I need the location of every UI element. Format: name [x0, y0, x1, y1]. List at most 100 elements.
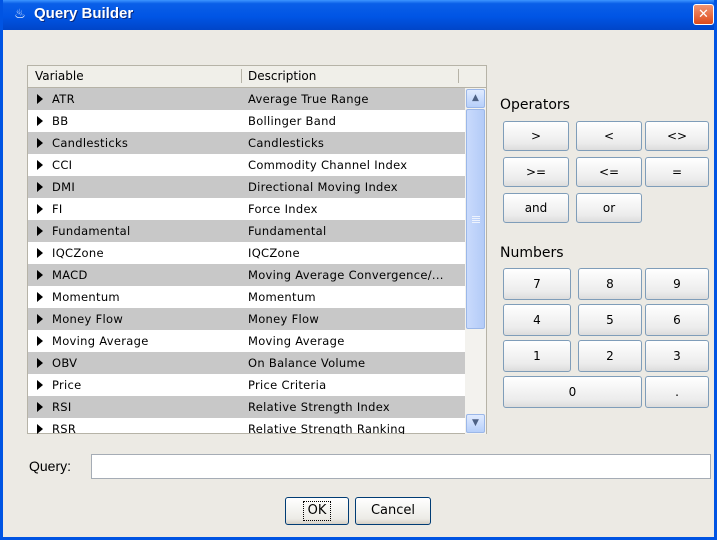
table-row[interactable]: RSR Relative Strength Ranking	[28, 418, 465, 434]
scroll-up-button[interactable]: ▲	[466, 89, 485, 108]
expand-arrow-icon[interactable]	[37, 182, 43, 192]
table-row[interactable]: Money Flow Money Flow	[28, 308, 465, 330]
table-row[interactable]: RSI Relative Strength Index	[28, 396, 465, 418]
expand-arrow-icon[interactable]	[37, 270, 43, 280]
query-input[interactable]	[91, 454, 711, 479]
number-3-button[interactable]: 3	[645, 340, 709, 372]
number-2-button[interactable]: 2	[578, 340, 642, 372]
table-row[interactable]: Price Price Criteria	[28, 374, 465, 396]
variable-name: Fundamental	[52, 224, 131, 238]
operator-greater-button[interactable]: >	[503, 121, 569, 151]
variable-name: Money Flow	[52, 312, 124, 326]
variable-description: Average True Range	[248, 92, 369, 106]
variable-name: IQCZone	[52, 246, 104, 260]
table-row[interactable]: OBV On Balance Volume	[28, 352, 465, 374]
variable-table: Variable Description ATR Average True Ran…	[27, 65, 487, 434]
variable-name: OBV	[52, 356, 78, 370]
expand-arrow-icon[interactable]	[37, 116, 43, 126]
operator-greater-equal-button[interactable]: >=	[503, 157, 569, 187]
window-title: Query Builder	[34, 5, 134, 22]
operator-less-equal-button[interactable]: <=	[576, 157, 642, 187]
numbers-label: Numbers	[500, 245, 564, 261]
number-9-button[interactable]: 9	[645, 268, 709, 300]
expand-arrow-icon[interactable]	[37, 424, 43, 434]
number-5-button[interactable]: 5	[578, 304, 642, 336]
ok-button[interactable]: OK	[285, 497, 349, 525]
variable-description: Commodity Channel Index	[248, 158, 408, 172]
scroll-down-button[interactable]: ▼	[466, 414, 485, 433]
expand-arrow-icon[interactable]	[37, 138, 43, 148]
variable-name: MACD	[52, 268, 88, 282]
table-row[interactable]: ATR Average True Range	[28, 88, 465, 110]
column-header-variable[interactable]: Variable	[35, 69, 84, 83]
expand-arrow-icon[interactable]	[37, 292, 43, 302]
variable-description: Moving Average	[248, 334, 345, 348]
scrollbar-thumb[interactable]	[466, 109, 485, 329]
expand-arrow-icon[interactable]	[37, 248, 43, 258]
expand-arrow-icon[interactable]	[37, 314, 43, 324]
variable-name: RSI	[52, 400, 72, 414]
table-header: Variable Description	[28, 66, 486, 88]
expand-arrow-icon[interactable]	[37, 204, 43, 214]
variable-description: Money Flow	[248, 312, 320, 326]
variable-description: Momentum	[248, 290, 316, 304]
operator-and-button[interactable]: and	[503, 193, 569, 223]
query-label: Query:	[29, 458, 72, 474]
operator-not-equal-button[interactable]: <>	[645, 121, 709, 151]
variable-description: Moving Average Convergence/...	[248, 268, 444, 282]
operators-label: Operators	[500, 97, 570, 113]
number-6-button[interactable]: 6	[645, 304, 709, 336]
variable-name: BB	[52, 114, 69, 128]
number-0-button[interactable]: 0	[503, 376, 642, 408]
variable-name: DMI	[52, 180, 76, 194]
operator-equal-button[interactable]: =	[645, 157, 709, 187]
number-1-button[interactable]: 1	[503, 340, 571, 372]
grip-icon	[472, 216, 480, 217]
variable-description: Relative Strength Ranking	[248, 422, 406, 434]
variable-name: ATR	[52, 92, 75, 106]
column-divider[interactable]	[241, 69, 242, 83]
number-7-button[interactable]: 7	[503, 268, 571, 300]
column-divider[interactable]	[458, 69, 459, 83]
close-button[interactable]: ✕	[693, 4, 714, 25]
variable-description: Bollinger Band	[248, 114, 337, 128]
expand-arrow-icon[interactable]	[37, 336, 43, 346]
table-row[interactable]: Momentum Momentum	[28, 286, 465, 308]
column-header-description[interactable]: Description	[248, 69, 316, 83]
table-rows: ATR Average True Range BB Bollinger Band C…	[28, 88, 465, 434]
operator-or-button[interactable]: or	[576, 193, 642, 223]
expand-arrow-icon[interactable]	[37, 380, 43, 390]
expand-arrow-icon[interactable]	[37, 358, 43, 368]
variable-description: Price Criteria	[248, 378, 327, 392]
table-row[interactable]: Moving Average Moving Average	[28, 330, 465, 352]
table-row[interactable]: CCI Commodity Channel Index	[28, 154, 465, 176]
operator-less-button[interactable]: <	[576, 121, 642, 151]
variable-name: Momentum	[52, 290, 120, 304]
table-row[interactable]: Fundamental Fundamental	[28, 220, 465, 242]
query-builder-window: ♨ Query Builder ✕ Variable Description A…	[0, 0, 717, 540]
decimal-point-button[interactable]: .	[645, 376, 709, 408]
variable-description: On Balance Volume	[248, 356, 366, 370]
ok-button-label: OK	[302, 501, 332, 521]
table-row[interactable]: Candlesticks Candlesticks	[28, 132, 465, 154]
variable-name: FI	[52, 202, 63, 216]
table-row[interactable]: MACD Moving Average Convergence/...	[28, 264, 465, 286]
expand-arrow-icon[interactable]	[37, 402, 43, 412]
expand-arrow-icon[interactable]	[37, 160, 43, 170]
variable-name: CCI	[52, 158, 73, 172]
table-row[interactable]: IQCZone IQCZone	[28, 242, 465, 264]
variable-description: Force Index	[248, 202, 318, 216]
variable-name: Price	[52, 378, 82, 392]
table-row[interactable]: BB Bollinger Band	[28, 110, 465, 132]
expand-arrow-icon[interactable]	[37, 226, 43, 236]
variable-description: IQCZone	[248, 246, 300, 260]
number-4-button[interactable]: 4	[503, 304, 571, 336]
title-bar[interactable]: ♨ Query Builder ✕	[3, 0, 714, 30]
vertical-scrollbar[interactable]: ▲ ▼	[465, 88, 486, 434]
variable-description: Relative Strength Index	[248, 400, 390, 414]
number-8-button[interactable]: 8	[578, 268, 642, 300]
cancel-button[interactable]: Cancel	[355, 497, 431, 525]
table-row[interactable]: DMI Directional Moving Index	[28, 176, 465, 198]
expand-arrow-icon[interactable]	[37, 94, 43, 104]
table-row[interactable]: FI Force Index	[28, 198, 465, 220]
